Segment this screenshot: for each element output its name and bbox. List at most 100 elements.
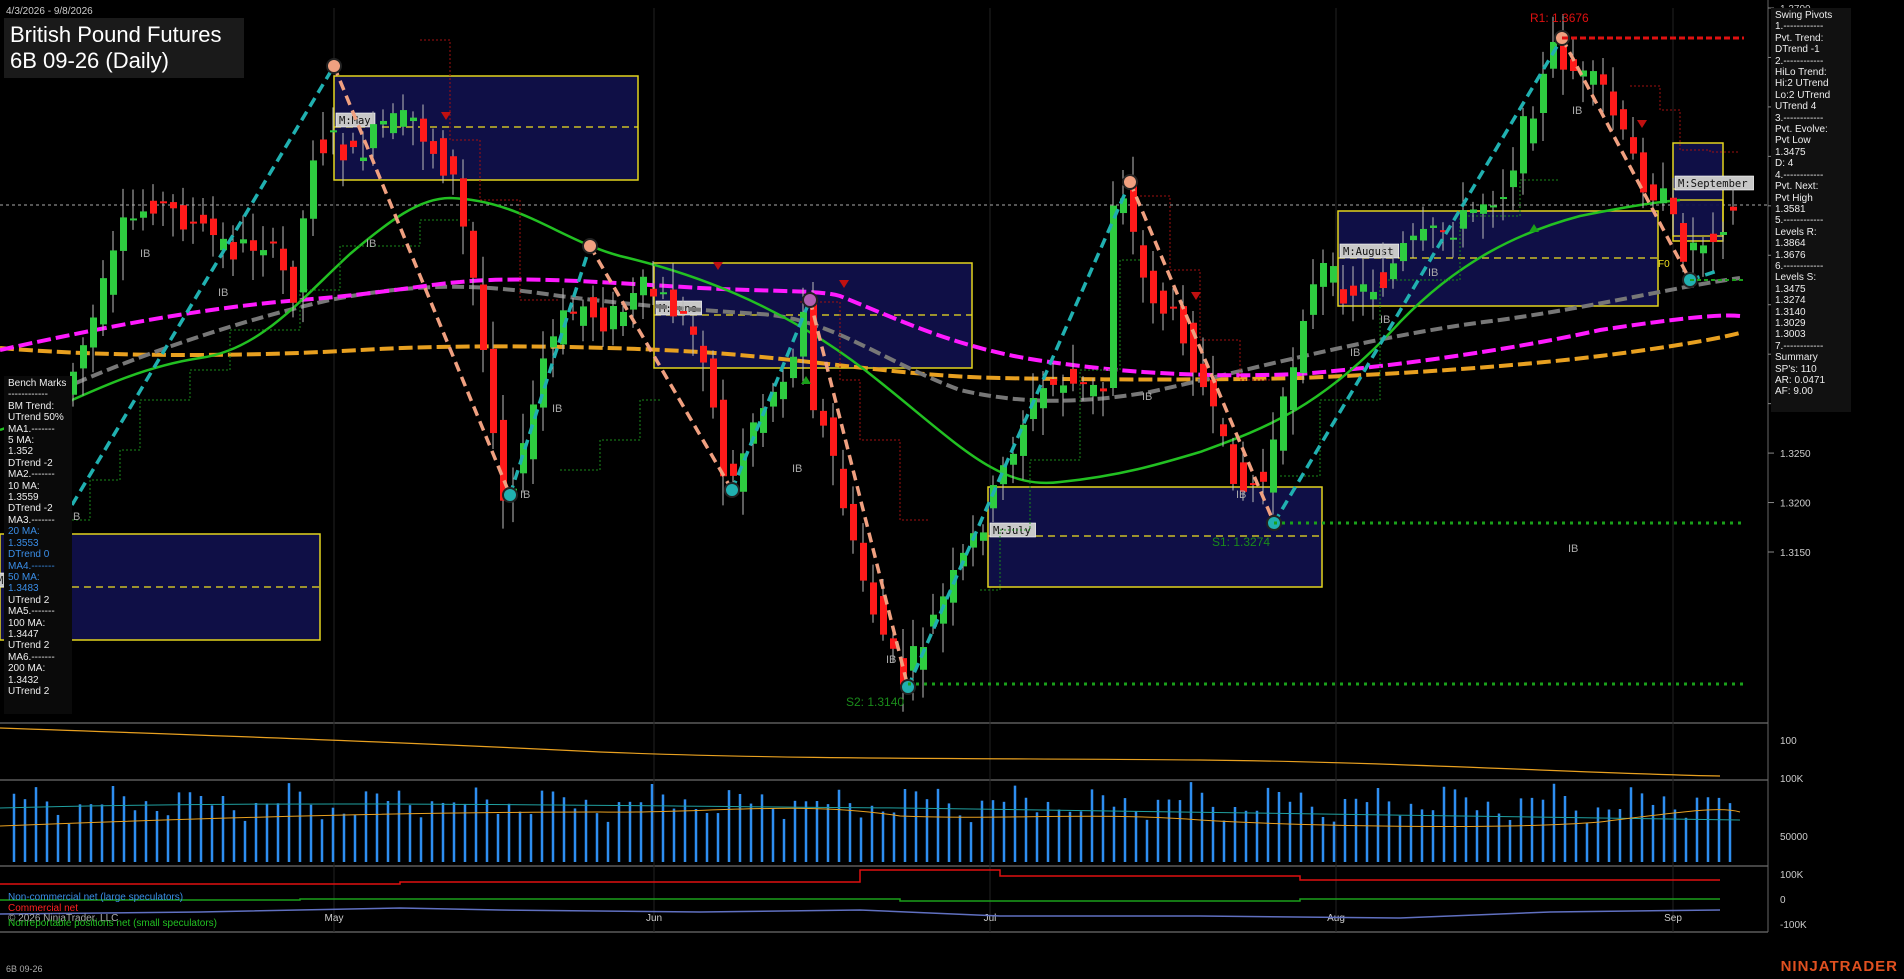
footer-symbol: 6B 09-26 (6, 964, 43, 974)
candle-body (1260, 471, 1267, 482)
candle-body (480, 284, 487, 350)
bench-marks-panel: Bench Marks ------------ BM Trend: UTrend 5… (4, 376, 72, 714)
candle-body (610, 305, 617, 330)
candle-body (1510, 170, 1517, 188)
bench-mark-line: MA6.------- (8, 651, 55, 663)
candle-body (780, 381, 787, 400)
candle-body (1320, 262, 1327, 287)
candle-body (810, 298, 817, 411)
candle-body (1080, 382, 1087, 385)
candle-body (1200, 363, 1207, 388)
candle-body (470, 230, 477, 278)
candle-body (710, 358, 717, 408)
candle-body (1340, 289, 1347, 304)
candle-body (820, 410, 827, 426)
inside-bar-label: IB (886, 654, 896, 666)
bench-mark-line: 1.3553 (8, 537, 39, 549)
cot-axis-label: 0 (1780, 895, 1786, 906)
candle-body (410, 117, 417, 122)
bench-mark-line: 5 MA: (8, 435, 35, 447)
candle-body (1530, 118, 1537, 144)
swing-pivot-line: 1.3029 (1775, 317, 1806, 329)
swing-pivot-line: Swing Pivots (1775, 10, 1833, 21)
swing-pivot-line: 7.------------ (1775, 340, 1824, 352)
candle-body (1400, 243, 1407, 262)
candle-body (1170, 306, 1177, 309)
bench-mark-line: UTrend 50% (8, 412, 64, 424)
bench-mark-line: MA4.------- (8, 560, 55, 572)
candle-body (390, 113, 397, 134)
candle-body (1390, 263, 1397, 280)
bench-mark-line: 1.352 (8, 446, 34, 458)
volume-axis-label: 50000 (1780, 832, 1808, 843)
candle-body (270, 241, 277, 244)
candle-body (640, 276, 647, 296)
price-chart[interactable]: 1.37001.36501.36001.35501.35001.34501.34… (0, 0, 1904, 979)
swing-pivot-line: 6.------------ (1775, 260, 1824, 272)
inside-bar-label: IB (1572, 105, 1582, 117)
candle-body (1330, 266, 1337, 283)
bench-mark-line: 1.3447 (8, 628, 39, 640)
swing-pivot-line: HiLo Trend: (1775, 67, 1827, 79)
candle-body (1520, 116, 1527, 174)
candle-body (1420, 228, 1427, 241)
candle-body (1360, 284, 1367, 292)
candle-body (430, 141, 437, 154)
candle-body (580, 306, 587, 326)
nonreportable-legend: Nonreportable positions net (small specu… (8, 918, 217, 929)
indicator-axis-label: 100 (1780, 736, 1797, 747)
inside-bar-label: IB (1428, 267, 1438, 279)
candle-body (230, 242, 237, 260)
ninjatrader-logo: NINJATRADER (1780, 958, 1898, 975)
candle-body (1590, 71, 1597, 85)
bench-mark-line: UTrend 2 (8, 685, 50, 697)
candle-body (1370, 291, 1377, 300)
date-range: 4/3/2026 - 9/8/2026 (6, 6, 93, 17)
candle-body (1730, 206, 1737, 211)
volume-axis-label: 100K (1780, 774, 1804, 785)
candle-body (120, 217, 127, 251)
candle-body (870, 582, 877, 615)
candle-body (1610, 91, 1617, 116)
chart-title-box: British Pound Futures 6B 09-26 (Daily) (4, 18, 244, 78)
bench-mark-line: Bench Marks (8, 378, 67, 389)
candle-body (1630, 137, 1637, 154)
candle-body (490, 348, 497, 434)
swing-pivot-line: Pvt High (1775, 192, 1813, 204)
candle-body (1470, 209, 1477, 213)
bench-mark-line: UTrend 2 (8, 594, 50, 606)
swing-pivot-line: Summary (1775, 352, 1818, 364)
month-label: M:July (993, 525, 1031, 537)
swing-pivot-line: 3.------------ (1775, 112, 1824, 124)
candle-body (630, 293, 637, 310)
swing-pivot-line: 1.3475 (1775, 146, 1806, 158)
candle-body (620, 311, 627, 327)
candle-body (240, 239, 247, 244)
candle-body (1700, 245, 1707, 254)
candle-body (1680, 223, 1687, 262)
candle-body (1300, 321, 1307, 374)
bench-mark-line: MA1.------- (8, 423, 55, 435)
bench-mark-line: 10 MA: (8, 480, 40, 492)
inside-bar-label: IB (1236, 489, 1246, 501)
x-axis-month-label: Sep (1664, 913, 1682, 924)
candle-body (1490, 205, 1497, 208)
candle-body (860, 542, 867, 581)
candle-body (1280, 396, 1287, 451)
swing-pivot-line: 1.3274 (1775, 295, 1806, 307)
swing-pivot-marker (502, 487, 518, 503)
swing-pivot-line: 1.------------ (1775, 21, 1824, 33)
swing-pivot-line: D: 4 (1775, 158, 1794, 170)
candle-body (1650, 184, 1657, 201)
candle-body (1210, 379, 1217, 407)
candle-body (590, 297, 597, 318)
inside-bar-label: IB (218, 287, 228, 299)
inside-bar-label: IB (140, 248, 150, 260)
candle-body (310, 160, 317, 219)
swing-pivot-line: 5.------------ (1775, 215, 1824, 227)
candle-body (650, 288, 657, 297)
candle-body (420, 118, 427, 142)
swing-pivot-line: 4.------------ (1775, 169, 1824, 181)
candle-body (200, 214, 207, 224)
candle-body (1010, 453, 1017, 465)
